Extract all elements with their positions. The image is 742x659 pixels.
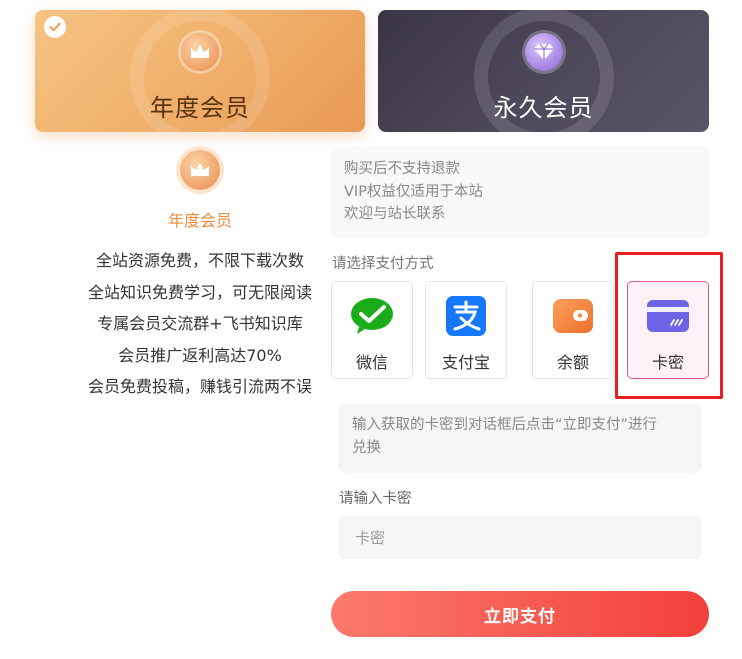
wechat-icon (350, 296, 394, 336)
card-key-label: 请输入卡密 (339, 491, 412, 507)
notice-line: VIP权益仅适用于本站 (344, 183, 483, 200)
plan-benefits-panel: 年度会员 全站资源免费，不限下载次数 全站知识免费学习，可无限阅读 专属会员交流… (35, 150, 365, 403)
pay-now-button[interactable]: 立即支付 (331, 591, 709, 637)
payment-option-label: 微信 (355, 353, 388, 372)
payment-option-wechat[interactable]: 微信 (331, 281, 413, 379)
benefit-item: 全站知识免费学习，可无限阅读 (87, 282, 312, 302)
benefit-list: 全站资源免费，不限下载次数 全站知识免费学习，可无限阅读 专属会员交流群+飞书知… (35, 245, 365, 403)
benefit-item: 会员免费投稿，赚钱引流两不误 (87, 377, 312, 396)
payment-option-card-key[interactable]: 卡密 (627, 281, 709, 379)
payment-option-alipay[interactable]: 支付宝 (425, 281, 507, 379)
hint-line: 输入获取的卡密到对话框后点击“立即支付”进行 (352, 417, 658, 433)
card-key-hint: 输入获取的卡密到对话框后点击“立即支付”进行 兑换 (338, 404, 702, 473)
benefit-item: 会员推广返利高达70% (118, 345, 282, 365)
notice-line: 欢迎与站长联系 (344, 206, 446, 222)
payment-option-balance[interactable]: 余额 (532, 281, 614, 379)
check-icon (44, 16, 66, 38)
benefit-item: 专属会员交流群+飞书知识库 (97, 314, 303, 333)
benefit-item: 全站资源免费，不限下载次数 (95, 251, 304, 270)
alipay-icon (444, 296, 488, 336)
card-icon (646, 296, 690, 336)
selected-plan-name: 年度会员 (167, 211, 232, 230)
notice-line: 购买后不支持退款 (344, 161, 460, 177)
crown-icon (181, 33, 219, 71)
plan-card-lifetime[interactable]: 永久会员 (378, 10, 709, 132)
purchase-notice: 购买后不支持退款 VIP权益仅适用于本站 欢迎与站长联系 (331, 146, 709, 238)
hint-line: 兑换 (352, 440, 381, 456)
plan-title: 年度会员 (150, 94, 250, 122)
payment-option-label: 余额 (556, 353, 589, 372)
plan-title: 永久会员 (493, 94, 594, 122)
crown-icon (180, 150, 220, 190)
diamond-icon (524, 33, 563, 71)
payment-method-label: 请选择支付方式 (332, 256, 434, 272)
wallet-icon (551, 296, 595, 336)
payment-option-label: 支付宝 (441, 353, 490, 372)
plan-card-annual[interactable]: 年度会员 (35, 10, 365, 132)
payment-option-label: 卡密 (651, 353, 684, 372)
card-key-input[interactable] (338, 516, 702, 559)
